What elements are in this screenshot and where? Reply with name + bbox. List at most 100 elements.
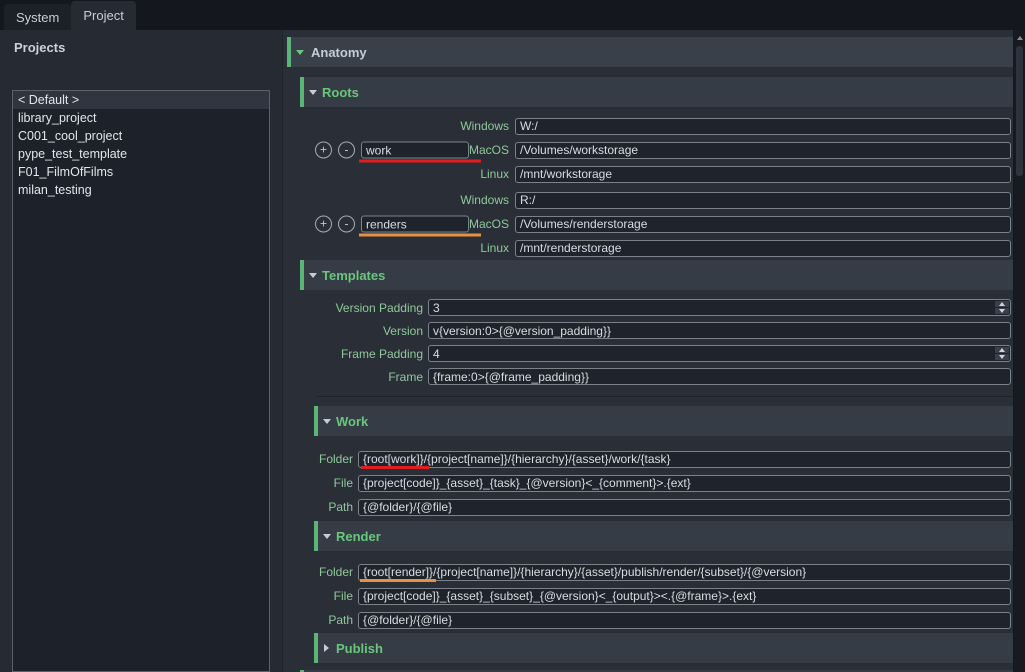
number-spinner [994, 300, 1010, 315]
render-field-row: File [283, 584, 1013, 608]
add-root-button[interactable]: + [315, 216, 332, 233]
anatomy-settings-panel: Anatomy Roots Windows MacOS Linux + - [282, 30, 1013, 672]
settings-tabbar: System Project [0, 0, 1025, 30]
template-field-row: Frame Padding [283, 342, 1013, 365]
version-padding-label: Version Padding [283, 301, 428, 315]
tab-system[interactable]: System [4, 4, 71, 30]
project-list-item[interactable]: C001_cool_project [13, 127, 269, 145]
render-field-row: Folder [283, 560, 1013, 584]
template-field-row: Version Padding [283, 296, 1013, 319]
platform-label-linux: Linux [283, 167, 515, 181]
work-section-title: Work [336, 414, 368, 429]
collapse-arrow-icon[interactable] [323, 534, 331, 539]
root-key-controls: + - [315, 142, 469, 159]
root-key-input-work[interactable] [361, 142, 469, 159]
version-padding-input[interactable] [428, 299, 1011, 316]
collapse-arrow-icon[interactable] [309, 90, 317, 95]
vertical-scrollbar[interactable] [1014, 30, 1025, 672]
folder-label: Folder [283, 452, 358, 466]
add-root-button[interactable]: + [315, 142, 332, 159]
render-path-input[interactable] [358, 612, 1011, 629]
arrow-up-icon [999, 302, 1005, 306]
roots-section-title: Roots [322, 85, 359, 100]
version-label: Version [283, 324, 428, 338]
number-spinner [994, 346, 1010, 361]
tab-project[interactable]: Project [71, 1, 135, 30]
root-work-macos-input[interactable] [515, 142, 1011, 159]
root-platform-row: Linux [283, 236, 1013, 260]
render-field-row: Path [283, 608, 1013, 632]
section-accent-bar [300, 77, 304, 107]
project-list-item[interactable]: F01_FilmOfFilms [13, 163, 269, 181]
folder-label: Folder [283, 565, 358, 579]
plus-icon: + [320, 217, 327, 231]
spinner-up-button[interactable] [995, 347, 1009, 353]
modified-underline-red [359, 160, 481, 163]
arrow-down-icon [999, 309, 1005, 313]
frame-template-input[interactable] [428, 368, 1011, 385]
root-key-input-renders[interactable] [361, 216, 469, 233]
work-folder-input[interactable] [358, 451, 1011, 468]
remove-root-button[interactable]: - [338, 142, 355, 159]
frame-padding-input[interactable] [428, 345, 1011, 362]
arrow-down-icon [999, 355, 1005, 359]
root-renders-linux-input[interactable] [515, 240, 1011, 257]
anatomy-section-header[interactable]: Anatomy [287, 37, 1013, 67]
project-list-item-default[interactable]: < Default > [13, 91, 269, 109]
template-field-row: Version [283, 319, 1013, 342]
platform-label-windows: Windows [283, 193, 515, 207]
platform-label-linux: Linux [283, 241, 515, 255]
template-field-row: Frame [283, 365, 1013, 388]
spinner-down-button[interactable] [995, 308, 1009, 314]
project-list[interactable]: < Default > library_project C001_cool_pr… [12, 90, 270, 672]
work-section-header[interactable]: Work [314, 406, 1013, 436]
modified-underline-orange [359, 234, 481, 237]
root-entry-renders: Windows MacOS Linux + - [283, 188, 1013, 260]
root-platform-row: Windows [283, 188, 1013, 212]
publish-section-header[interactable]: Publish [314, 633, 1013, 663]
root-work-linux-input[interactable] [515, 166, 1011, 183]
anatomy-section-title: Anatomy [311, 45, 367, 60]
plus-icon: + [320, 143, 327, 157]
platform-label-windows: Windows [283, 119, 515, 133]
section-accent-bar [314, 633, 318, 663]
work-field-row: Path [283, 495, 1013, 519]
project-settings-window: { "colors": { "accent_green": "#5cb577",… [0, 0, 1025, 672]
spinner-up-button[interactable] [995, 301, 1009, 307]
spinner-down-button[interactable] [995, 354, 1009, 360]
expand-arrow-icon[interactable] [324, 644, 329, 652]
projects-panel-title: Projects [0, 30, 282, 61]
project-list-item[interactable]: milan_testing [13, 181, 269, 199]
frame-padding-label: Frame Padding [283, 347, 428, 361]
render-folder-input[interactable] [358, 564, 1011, 581]
file-label: File [283, 589, 358, 603]
modified-underline-red [361, 466, 429, 469]
collapse-arrow-icon[interactable] [323, 419, 331, 424]
section-accent-bar [300, 260, 304, 290]
render-section-header[interactable]: Render [314, 521, 1013, 551]
section-accent-bar [287, 37, 291, 67]
file-label: File [283, 476, 358, 490]
project-list-item[interactable]: library_project [13, 109, 269, 127]
projects-sidebar: Projects < Default > library_project C00… [0, 30, 282, 672]
collapse-arrow-icon[interactable] [309, 273, 317, 278]
scrollbar-thumb[interactable] [1016, 46, 1023, 176]
minus-icon: - [345, 217, 349, 231]
scroll-up-icon[interactable] [1017, 36, 1023, 40]
root-platform-row: Linux [283, 162, 1013, 186]
remove-root-button[interactable]: - [338, 216, 355, 233]
root-work-windows-input[interactable] [515, 118, 1011, 135]
root-renders-windows-input[interactable] [515, 192, 1011, 209]
work-path-input[interactable] [358, 499, 1011, 516]
project-list-item[interactable]: pype_test_template [13, 145, 269, 163]
work-file-input[interactable] [358, 475, 1011, 492]
templates-section-header[interactable]: Templates [300, 260, 1013, 290]
minus-icon: - [345, 143, 349, 157]
collapse-arrow-icon[interactable] [296, 50, 304, 55]
roots-section-header[interactable]: Roots [300, 77, 1013, 107]
path-label: Path [283, 500, 358, 514]
render-file-input[interactable] [358, 588, 1011, 605]
root-entry-work: Windows MacOS Linux + - [283, 114, 1013, 186]
root-renders-macos-input[interactable] [515, 216, 1011, 233]
version-template-input[interactable] [428, 322, 1011, 339]
